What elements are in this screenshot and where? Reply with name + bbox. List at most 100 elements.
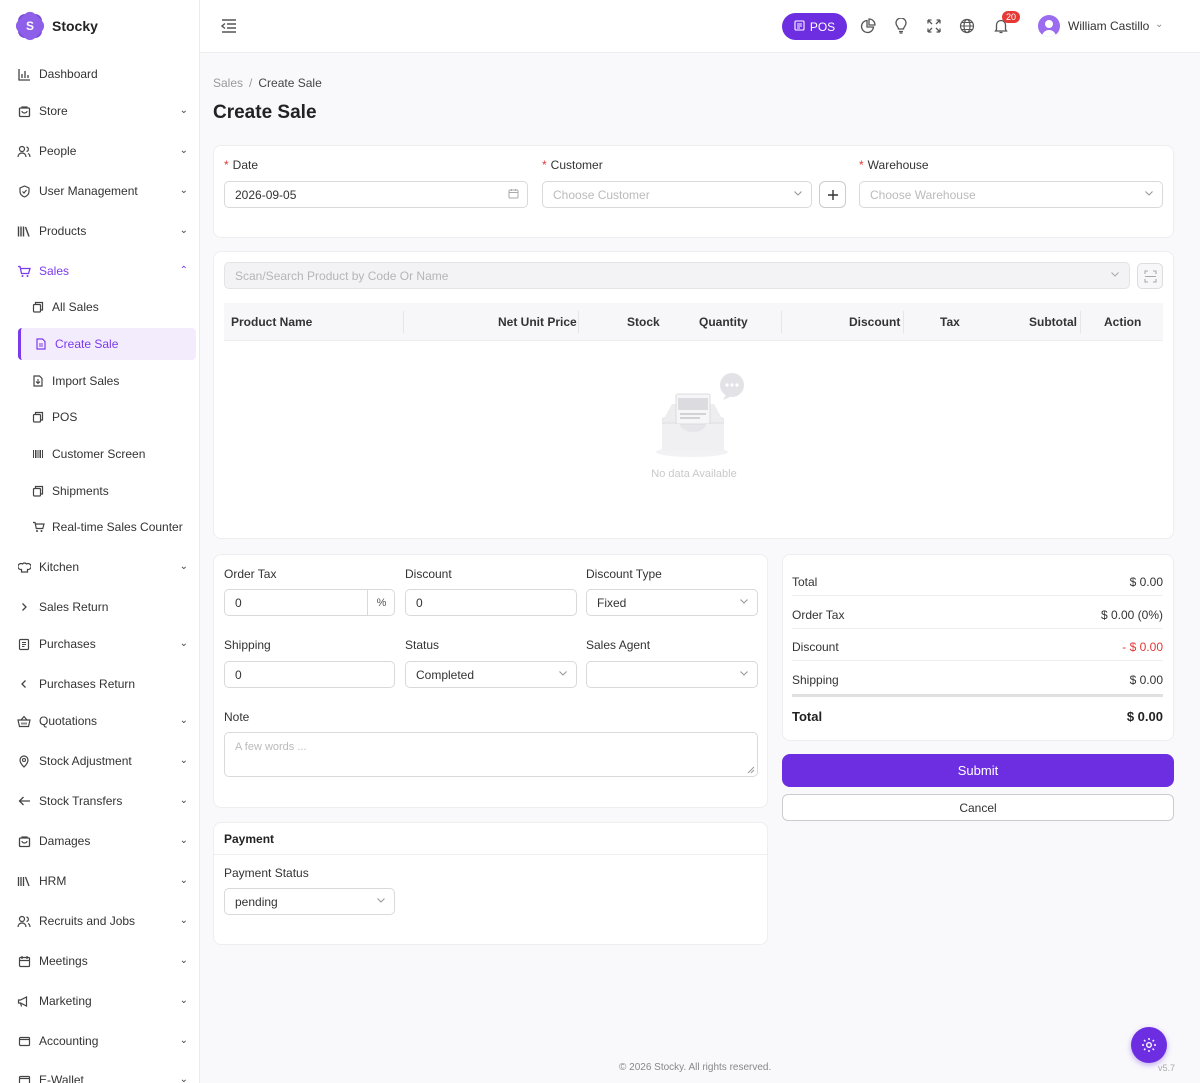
chevron-down-icon [376, 895, 386, 908]
discount-type-label: Discount Type [586, 567, 662, 581]
discount-type-select[interactable]: Fixed [586, 589, 758, 616]
chevron-down-icon [739, 668, 749, 681]
chevron-left-icon [17, 677, 31, 691]
copy-icon [31, 300, 45, 314]
product-search-input[interactable]: Scan/Search Product by Code Or Name [224, 262, 1130, 289]
sidebar-subitem-create-sale[interactable]: Create Sale [18, 328, 196, 360]
summary-row-shipping: Shipping $ 0.00 [792, 673, 1163, 687]
sidebar-item-kitchen[interactable]: Kitchen ⌄ [0, 549, 199, 585]
sidebar-item-products[interactable]: Products ⌄ [0, 213, 199, 249]
scan-icon [1143, 269, 1157, 283]
chevron-down-icon: ⌄ [179, 835, 188, 846]
sidebar-item-meetings[interactable]: Meetings ⌄ [0, 943, 199, 979]
chevron-down-icon[interactable]: ⌄ [1155, 19, 1163, 30]
customer-label: * Customer [542, 158, 603, 172]
note-label: Note [224, 710, 250, 724]
sidebar-item-hrm[interactable]: HRM ⌄ [0, 863, 199, 899]
sidebar-item-people[interactable]: People ⌄ [0, 133, 199, 169]
warehouse-select[interactable]: Choose Warehouse [859, 181, 1163, 208]
sidebar-item-accounting[interactable]: Accounting ⌄ [0, 1023, 199, 1059]
column-header: Stock [627, 315, 660, 329]
sidebar-item-label: Sales [39, 264, 70, 278]
discount-input[interactable]: 0 [405, 589, 577, 616]
chevron-down-icon: ⌄ [179, 105, 188, 116]
chevron-down-icon: ⌄ [179, 561, 188, 572]
sidebar-item-stock-transfers[interactable]: Stock Transfers ⌄ [0, 783, 199, 819]
sidebar-item-label: Accounting [39, 1034, 99, 1048]
sidebar-item-purchases[interactable]: Purchases ⌄ [0, 626, 199, 662]
avatar[interactable] [1038, 15, 1060, 37]
note-textarea[interactable]: A few words ... [224, 732, 758, 777]
payment-status-select[interactable]: pending [224, 888, 395, 915]
fullscreen-icon[interactable] [925, 17, 943, 35]
store-icon [17, 834, 31, 848]
column-header: Discount [849, 315, 901, 329]
order-tax-input[interactable]: 0 % [224, 589, 395, 616]
date-input[interactable]: 2026-09-05 [224, 181, 528, 208]
sidebar-item-quotations[interactable]: Quotations ⌄ [0, 703, 199, 739]
chevron-down-icon [739, 596, 749, 609]
user-name[interactable]: William Castillo [1068, 19, 1149, 33]
settings-fab[interactable] [1131, 1027, 1167, 1063]
status-select[interactable]: Completed [405, 661, 577, 688]
submit-button[interactable]: Submit [782, 754, 1174, 787]
sidebar-item-label: Meetings [39, 954, 88, 968]
sidebar-subitem-pos[interactable]: POS [0, 401, 199, 433]
sidebar-subitem-label: Real-time Sales Counter [52, 520, 183, 534]
chevron-down-icon: ⌄ [179, 1035, 188, 1046]
sidebar-item-recruits-and-jobs[interactable]: Recruits and Jobs ⌄ [0, 903, 199, 939]
sidebar-item-stock-adjustment[interactable]: Stock Adjustment ⌄ [0, 743, 199, 779]
app-version: v5.7 [1158, 1063, 1176, 1073]
customer-select[interactable]: Choose Customer [542, 181, 812, 208]
copy-icon [31, 484, 45, 498]
globe-icon[interactable] [958, 17, 976, 35]
chevron-down-icon: ⌄ [179, 915, 188, 926]
date-label: * Date [224, 158, 259, 172]
sidebar-item-label: Purchases Return [39, 677, 136, 691]
sidebar-item-sales-return[interactable]: Sales Return [0, 589, 199, 625]
sidebar-subitem-customer-screen[interactable]: Customer Screen [0, 438, 199, 470]
sidebar-item-dashboard[interactable]: Dashboard [0, 56, 199, 92]
lightbulb-icon[interactable] [892, 17, 910, 35]
chevron-down-icon: ⌄ [179, 875, 188, 886]
chevron-down-icon: ⌄ [179, 995, 188, 1006]
scan-button[interactable] [1137, 263, 1163, 289]
sidebar-item-e-wallet[interactable]: E-Wallet ⌄ [0, 1062, 199, 1083]
wallet-icon [17, 1034, 31, 1048]
add-customer-button[interactable] [819, 181, 846, 208]
sales-agent-select[interactable] [586, 661, 758, 688]
arrow-left-icon [17, 794, 31, 808]
sidebar-item-user-management[interactable]: User Management ⌄ [0, 173, 199, 209]
sidebar-subitem-label: All Sales [52, 300, 99, 314]
brand[interactable]: S Stocky [0, 0, 199, 52]
status-label: Status [405, 638, 440, 652]
calendar-icon[interactable] [508, 188, 519, 202]
shipping-input[interactable]: 0 [224, 661, 395, 688]
sidebar-subitem-realtime-sales-counter[interactable]: Real-time Sales Counter [0, 511, 199, 543]
cancel-button[interactable]: Cancel [782, 794, 1174, 821]
sales-agent-label: Sales Agent [586, 638, 651, 652]
chevron-down-icon: ⌄ [179, 225, 188, 236]
sidebar-item-label: Purchases [39, 637, 96, 651]
sidebar-item-marketing[interactable]: Marketing ⌄ [0, 983, 199, 1019]
copy-icon [31, 410, 45, 424]
sidebar-item-sales[interactable]: Sales ⌃ [0, 253, 199, 289]
sidebar-item-damages[interactable]: Damages ⌄ [0, 823, 199, 859]
chevron-up-icon: ⌃ [179, 265, 188, 276]
payment-status-label: Payment Status [224, 866, 309, 880]
percent-suffix: % [367, 590, 395, 615]
sidebar-subitem-shipments[interactable]: Shipments [0, 475, 199, 507]
breadcrumb-parent[interactable]: Sales [213, 76, 243, 90]
sidebar-subitem-import-sales[interactable]: Import Sales [0, 365, 199, 397]
cart-icon [17, 264, 31, 278]
menu-toggle-icon[interactable] [220, 17, 238, 35]
people-icon [17, 144, 31, 158]
chevron-down-icon: ⌄ [179, 795, 188, 806]
pie-chart-icon[interactable] [859, 17, 877, 35]
warehouse-label: * Warehouse [859, 158, 929, 172]
sidebar-subitem-all-sales[interactable]: All Sales [0, 291, 199, 323]
pos-button[interactable]: POS [782, 13, 847, 40]
chevron-down-icon [1110, 269, 1120, 282]
sidebar-item-purchases-return[interactable]: Purchases Return [0, 666, 199, 702]
sidebar-item-store[interactable]: Store ⌄ [0, 93, 199, 129]
